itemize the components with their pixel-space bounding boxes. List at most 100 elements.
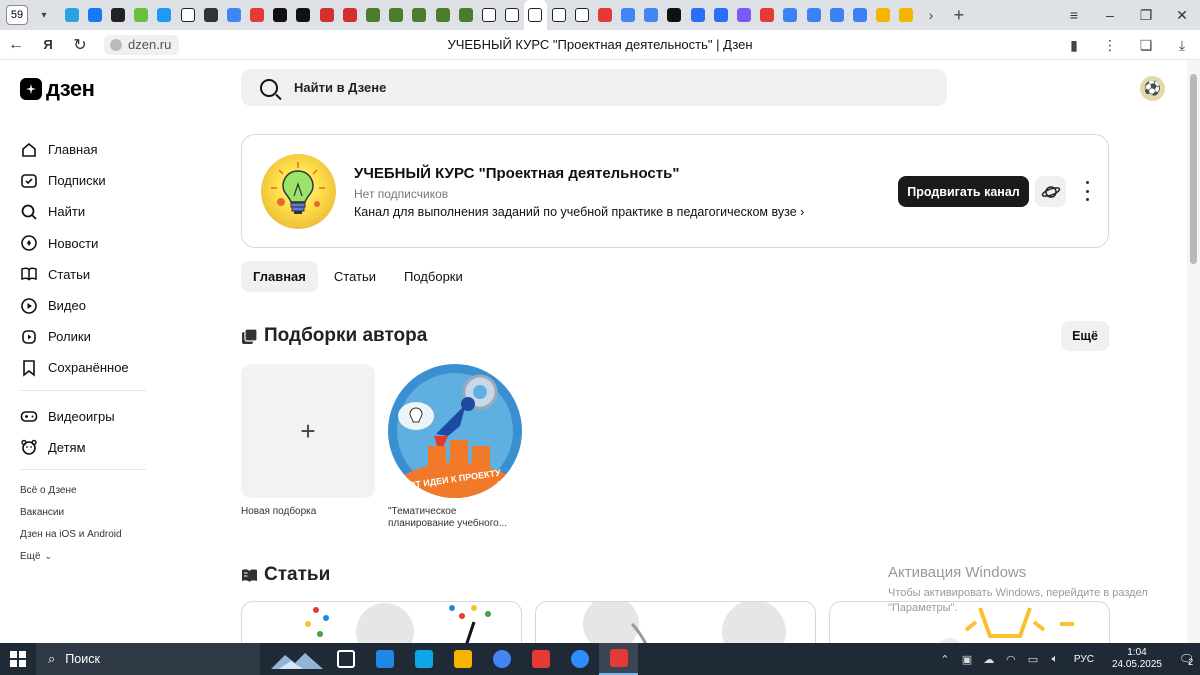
browser-tab[interactable]: [106, 0, 129, 30]
browser-tab[interactable]: [848, 0, 871, 30]
taskbar-app[interactable]: [560, 643, 599, 675]
collections-icon[interactable]: ❏: [1128, 37, 1164, 54]
more-vertical-icon[interactable]: ⋮: [1092, 37, 1128, 54]
browser-tab[interactable]: [385, 0, 408, 30]
browser-tab[interactable]: [570, 0, 593, 30]
restore-icon[interactable]: ❐: [1128, 7, 1164, 24]
url-field[interactable]: dzen.ru: [104, 34, 180, 55]
chevron-down-icon[interactable]: ▾: [34, 5, 54, 25]
scrollbar[interactable]: [1187, 60, 1200, 643]
sidebar-item-video[interactable]: Видео: [20, 290, 150, 321]
promote-channel-button[interactable]: Продвигать канал: [898, 176, 1029, 207]
tab-articles[interactable]: Статьи: [322, 261, 388, 292]
collection-card[interactable]: ОТ ИДЕИ К ПРОЕКТУ ❏ 7 "Тематическое план…: [388, 364, 522, 530]
browser-tab[interactable]: [269, 0, 292, 30]
tab-collections[interactable]: Подборки: [392, 261, 475, 292]
taskbar-app[interactable]: [365, 643, 404, 675]
taskbar-app[interactable]: [482, 643, 521, 675]
browser-tab[interactable]: [640, 0, 663, 30]
tab-count-badge[interactable]: 59: [6, 5, 28, 25]
sidebar-item-news[interactable]: Новости: [20, 228, 150, 259]
sidebar-item-bookmark[interactable]: Сохранённое: [20, 352, 150, 383]
dzen-logo[interactable]: дзен: [20, 76, 95, 102]
browser-tab[interactable]: [547, 0, 570, 30]
browser-tab[interactable]: [338, 0, 361, 30]
sidebar-item-shorts[interactable]: Ролики: [20, 321, 150, 352]
sidebar-item-kids[interactable]: Детям: [20, 432, 150, 463]
browser-tab[interactable]: [779, 0, 802, 30]
browser-tab[interactable]: [199, 0, 222, 30]
browser-tab[interactable]: [895, 0, 918, 30]
browser-tab[interactable]: [454, 0, 477, 30]
more-button[interactable]: Ещё: [1061, 321, 1109, 351]
chevron-right-icon[interactable]: ›: [920, 4, 942, 26]
browser-tab[interactable]: [408, 0, 431, 30]
search-input[interactable]: Найти в Дзене: [241, 69, 947, 106]
browser-tab[interactable]: [246, 0, 269, 30]
footer-link-about[interactable]: Всё о Дзене: [20, 480, 150, 502]
sidebar-item-articles[interactable]: Статьи: [20, 259, 150, 290]
footer-link-jobs[interactable]: Вакансии: [20, 502, 150, 524]
browser-tab[interactable]: [732, 0, 755, 30]
browser-tab[interactable]: [523, 0, 547, 30]
weather-widget[interactable]: [268, 643, 326, 675]
browser-tab[interactable]: [477, 0, 500, 30]
back-arrow-icon[interactable]: ←: [0, 30, 32, 60]
minimize-icon[interactable]: –: [1092, 7, 1128, 23]
browser-tab[interactable]: [222, 0, 245, 30]
sidebar-item-gamepad[interactable]: Видеоигры: [20, 401, 150, 432]
channel-description[interactable]: Канал для выполнения заданий по учебной …: [354, 205, 804, 219]
speaker-icon[interactable]: 🔈︎: [1046, 653, 1064, 666]
new-tab-button[interactable]: +: [948, 4, 970, 26]
taskbar-app[interactable]: [404, 643, 443, 675]
wifi-icon[interactable]: ◠: [1002, 653, 1020, 666]
tray-app-icon[interactable]: ▣: [958, 653, 976, 666]
cloud-icon[interactable]: ☁: [980, 653, 998, 666]
chevron-up-icon[interactable]: ⌃: [936, 653, 954, 666]
sidebar-item-subscriptions[interactable]: Подписки: [20, 165, 150, 196]
menu-icon[interactable]: ≡: [1056, 7, 1092, 23]
new-collection-card[interactable]: + Новая подборка: [241, 364, 375, 518]
browser-tab[interactable]: [872, 0, 895, 30]
start-button[interactable]: [0, 643, 36, 675]
browser-tab[interactable]: [292, 0, 315, 30]
avatar[interactable]: ⚽: [1140, 76, 1165, 101]
channel-avatar[interactable]: [261, 154, 336, 229]
browser-tab[interactable]: [686, 0, 709, 30]
reload-icon[interactable]: ↻: [64, 30, 96, 60]
scrollbar-thumb[interactable]: [1190, 74, 1197, 264]
tab-main[interactable]: Главная: [241, 261, 318, 292]
browser-tab[interactable]: [802, 0, 825, 30]
browser-tab[interactable]: [663, 0, 686, 30]
battery-icon[interactable]: ▭: [1024, 653, 1042, 666]
footer-link-apps[interactable]: Дзен на iOS и Android: [20, 524, 150, 546]
taskbar-app[interactable]: [326, 643, 365, 675]
browser-tab[interactable]: [756, 0, 779, 30]
taskbar-app[interactable]: [599, 643, 638, 675]
footer-link-more[interactable]: Ещё ⌄: [20, 546, 150, 568]
close-icon[interactable]: ✕: [1164, 7, 1200, 24]
taskbar-search[interactable]: ⌕ Поиск: [36, 643, 260, 675]
planet-button[interactable]: [1035, 176, 1066, 207]
browser-tab[interactable]: [825, 0, 848, 30]
browser-tab[interactable]: [83, 0, 106, 30]
sidebar-item-search[interactable]: Найти: [20, 196, 150, 227]
browser-tab[interactable]: [361, 0, 384, 30]
bookmark-icon[interactable]: ▮: [1056, 37, 1092, 54]
browser-tab[interactable]: [617, 0, 640, 30]
browser-tab[interactable]: [130, 0, 153, 30]
browser-tab[interactable]: [501, 0, 524, 30]
browser-tab[interactable]: [709, 0, 732, 30]
download-icon[interactable]: ⤓: [1164, 37, 1200, 54]
browser-tab[interactable]: [153, 0, 176, 30]
browser-tab[interactable]: [176, 0, 199, 30]
sidebar-item-home[interactable]: Главная: [20, 134, 150, 165]
taskbar-app[interactable]: [521, 643, 560, 675]
browser-tab[interactable]: [315, 0, 338, 30]
taskbar-app[interactable]: [443, 643, 482, 675]
browser-tab[interactable]: [593, 0, 616, 30]
notifications-button[interactable]: 🗨︎ 2: [1172, 643, 1200, 675]
more-vertical-icon[interactable]: [1080, 181, 1094, 201]
yandex-icon[interactable]: Я: [32, 30, 64, 60]
language-indicator[interactable]: РУС: [1074, 654, 1094, 665]
